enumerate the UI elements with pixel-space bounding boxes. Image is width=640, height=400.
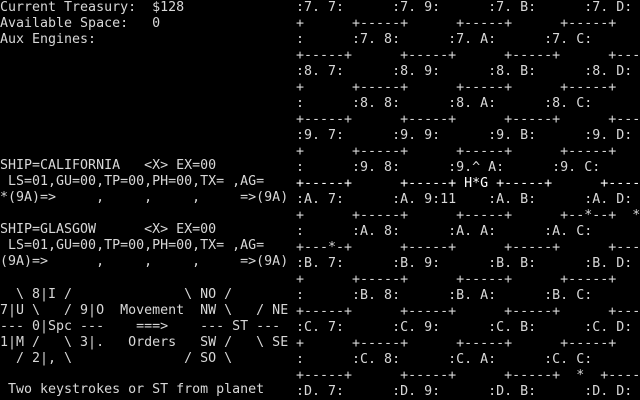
keypad-legend-row: / 2|, \ / SO \ — [0, 351, 233, 366]
sector-map-row: : :C. 8: :C. A: :C. C: — [296, 352, 593, 367]
sector-map-row: +-----+ +-----+ +-----+ * +----- — [296, 368, 640, 383]
sector-map-row: + +-----+ +-----+ +-----+ — [296, 272, 617, 287]
ship-name-line: SHIP=CALIFORNIA <X> EX=00 — [0, 158, 217, 173]
sector-map[interactable]: :7. 7: :7. 9: :7. B: :7. D: + +-----+ +-… — [296, 0, 640, 400]
sector-map-row: + +-----+ +-----+ +--*--+ * — [296, 208, 640, 223]
sector-map-row: +-----+ +-----+ +-----+ +----- — [296, 304, 640, 319]
sector-map-row: : :7. 8: :7. A: :7. C: — [296, 32, 593, 47]
sector-map-row: :A. 7: :A. 9:11 :A. B: :A. D: — [296, 192, 633, 207]
sector-map-row: : :8. 8: :8. A: :8. C: — [296, 96, 593, 111]
ship-stats-line: LS=01,GU=00,TP=00,PH=00,TX= ,AG= — [0, 174, 265, 189]
available-space-readout: Available Space: 0 — [0, 16, 161, 31]
sector-map-row: :7. 7: :7. 9: :7. B: :7. D: — [296, 0, 633, 15]
keypad-legend-row: 1|M / \ 3|. Orders SW / \ SE — [0, 335, 289, 350]
sector-map-row: : :9. 8: :9.^ A: :9. C: — [296, 160, 601, 175]
sector-map-row: :C. 7: :C. 9: :C. B: :C. D: — [296, 320, 633, 335]
sector-map-row: :D. 7: :D. 9: :D. B: :D. D: — [296, 384, 633, 399]
sector-map-row: : :A. 8: :A. A: :A. C: — [296, 224, 593, 239]
keypad-legend-row: --- 0|Spc --- ===> --- ST --- — [0, 319, 281, 334]
sector-map-row: + +-----+ +-----+ +-----+ — [296, 144, 617, 159]
aux-engines-readout: Aux Engines: — [0, 32, 97, 47]
ship-route-line: (9A)=> , , , =>(9A) — [0, 254, 289, 269]
hint-text: Two keystrokes or ST from planet — [0, 382, 265, 397]
sector-map-row: + +-----+ +-----+ +-----+ — [296, 336, 617, 351]
sector-map-row: +---*-+ +-----+ +-----+ +----- — [296, 240, 640, 255]
sector-map-row: +-----+ +-----+ H*G +-----+ +----- — [296, 176, 640, 191]
sector-map-row: +-----+ +-----+ +-----+ +----- — [296, 48, 640, 63]
sector-map-row: +-----+ +-----+ +-----+ +----- — [296, 112, 640, 127]
sector-map-row: :8. 7: :8. 9: :8. B: :8. D: — [296, 64, 633, 79]
sector-map-row: + +-----+ +-----+ +-----+ — [296, 80, 617, 95]
sector-map-row: :B. 7: :B. 9: :B. B: :B. D: — [296, 256, 633, 271]
sector-map-row: : :B. 8: :B. A: :B. C: — [296, 288, 593, 303]
status-panel: Current Treasury: $128 Available Space: … — [0, 0, 300, 400]
keypad-legend-row: \ 8|I / \ NO / — [0, 287, 233, 302]
sector-map-row: + +-----+ +-----+ +-----+ — [296, 16, 617, 31]
ship-stats-line: LS=01,GU=00,TP=00,PH=00,TX= ,AG= — [0, 238, 265, 253]
ship-route-line: *(9A)=> , , , =>(9A) — [0, 190, 289, 205]
treasury-readout: Current Treasury: $128 — [0, 0, 185, 15]
sector-map-row: :9. 7: :9. 9: :9. B: :9. D: — [296, 128, 633, 143]
ship-name-line: SHIP=GLASGOW <X> EX=00 — [0, 222, 217, 237]
keypad-legend-row: 7|U \ / 9|O Movement NW \ / NE — [0, 303, 289, 318]
